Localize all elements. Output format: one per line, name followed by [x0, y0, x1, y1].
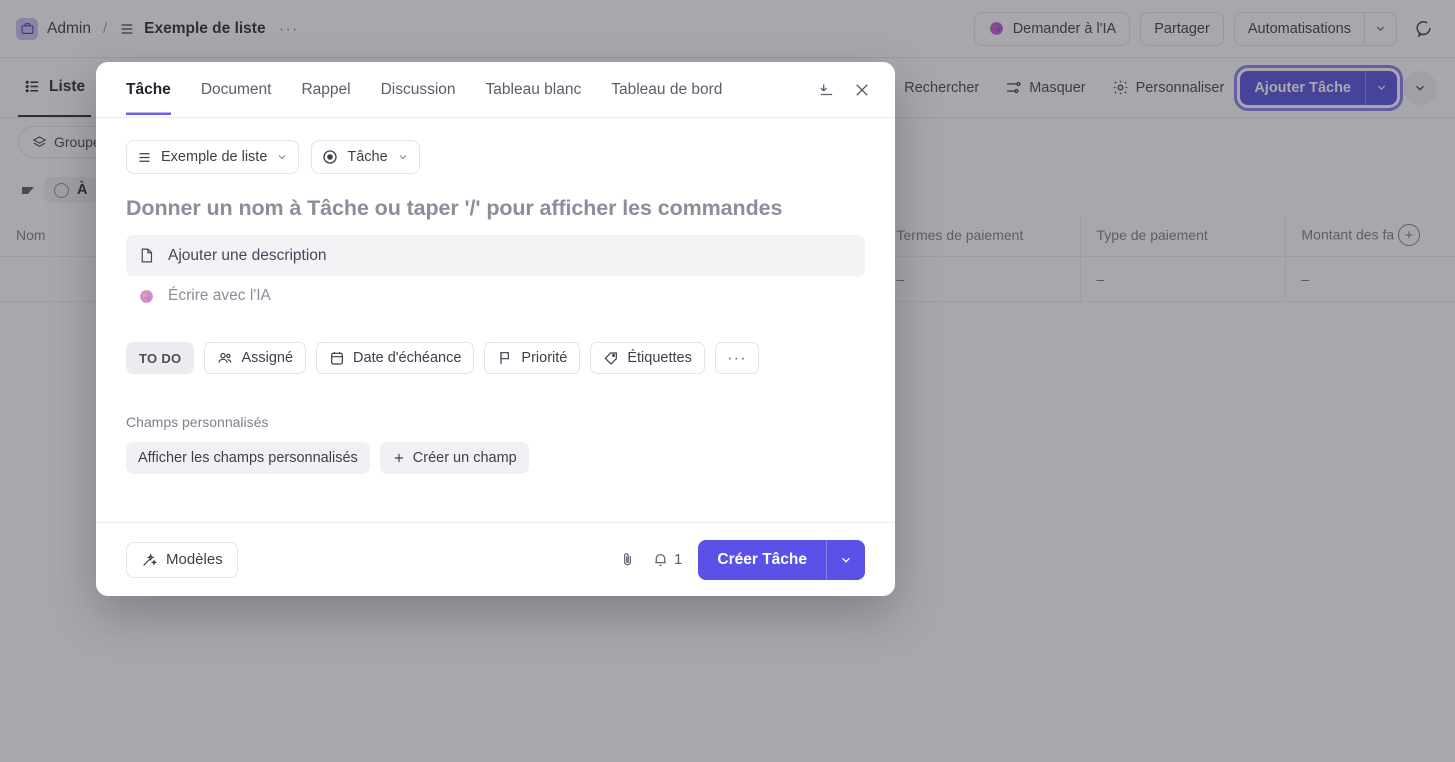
modal-window-controls [811, 75, 895, 105]
tab-tache[interactable]: Tâche [126, 64, 171, 115]
notify-button[interactable]: 1 [652, 551, 682, 568]
assignee-chip-label: Assigné [241, 350, 294, 366]
due-date-chip-label: Date d'échéance [353, 350, 462, 366]
status-chip[interactable]: TO DO [126, 342, 195, 374]
chevron-down-icon [276, 151, 288, 163]
tab-tableau-de-bord[interactable]: Tableau de bord [611, 64, 722, 115]
task-type-value: Tâche [347, 149, 388, 165]
notify-count: 1 [674, 551, 683, 568]
write-with-ai-label: Écrire avec l'IA [168, 287, 271, 304]
modal-body: Exemple de liste Tâche Donner un nom à T… [96, 118, 895, 522]
show-custom-fields-button[interactable]: Afficher les champs personnalisés [126, 442, 370, 474]
create-task-split-button: Créer Tâche [698, 539, 865, 580]
tags-chip-label: Étiquettes [627, 350, 692, 366]
list-select[interactable]: Exemple de liste [126, 140, 300, 174]
modal-footer: Modèles 1 Créer Tâche [96, 522, 895, 596]
modal-tab-bar: Tâche Document Rappel Discussion Tableau… [96, 62, 895, 118]
create-field-label: Créer un champ [412, 450, 517, 466]
users-icon [217, 350, 233, 366]
close-icon[interactable] [847, 75, 877, 105]
templates-button[interactable]: Modèles [126, 541, 238, 578]
minimize-to-line-icon[interactable] [811, 75, 841, 105]
plus-icon [392, 451, 406, 465]
document-icon [138, 246, 155, 265]
target-circle-icon [322, 149, 338, 165]
tags-chip[interactable]: Étiquettes [590, 342, 705, 374]
calendar-icon [329, 350, 345, 366]
custom-fields-label: Champs personnalisés [126, 414, 269, 430]
attach-button[interactable] [619, 551, 636, 568]
priority-chip-label: Priorité [521, 350, 568, 366]
flag-icon [497, 350, 513, 366]
destination-row: Exemple de liste Tâche [126, 140, 865, 174]
tab-tableau-blanc[interactable]: Tableau blanc [486, 64, 582, 115]
due-date-chip[interactable]: Date d'échéance [316, 342, 475, 374]
write-with-ai-button[interactable]: Écrire avec l'IA [126, 276, 865, 316]
task-title-input[interactable]: Donner un nom à Tâche ou taper '/' pour … [126, 196, 865, 221]
list-icon [137, 150, 152, 165]
paperclip-icon [619, 551, 636, 568]
create-task-modal: Tâche Document Rappel Discussion Tableau… [96, 62, 895, 596]
task-attributes-row: TO DO Assigné Date d'échéance Priorité É… [126, 342, 865, 374]
tab-rappel[interactable]: Rappel [301, 64, 350, 115]
list-select-value: Exemple de liste [161, 149, 268, 165]
assignee-chip[interactable]: Assigné [204, 342, 307, 374]
ai-sparkle-icon [138, 288, 155, 305]
description-placeholder: Ajouter une description [168, 246, 327, 264]
description-input[interactable]: Ajouter une description [126, 235, 865, 276]
tab-document[interactable]: Document [201, 64, 272, 115]
create-field-button[interactable]: Créer un champ [379, 442, 529, 474]
templates-label: Modèles [166, 551, 223, 568]
tab-discussion[interactable]: Discussion [381, 64, 456, 115]
custom-fields-actions: Afficher les champs personnalisés Créer … [126, 442, 865, 474]
chevron-down-icon [397, 151, 409, 163]
priority-chip[interactable]: Priorité [484, 342, 581, 374]
magic-wand-icon [141, 552, 157, 568]
tag-icon [603, 350, 619, 366]
create-task-button[interactable]: Créer Tâche [698, 540, 826, 580]
bell-icon [652, 551, 669, 568]
footer-actions: 1 Créer Tâche [619, 539, 865, 580]
more-attributes-button[interactable]: ··· [714, 342, 759, 374]
task-type-select[interactable]: Tâche [311, 140, 420, 174]
chevron-down-icon[interactable] [826, 539, 865, 580]
